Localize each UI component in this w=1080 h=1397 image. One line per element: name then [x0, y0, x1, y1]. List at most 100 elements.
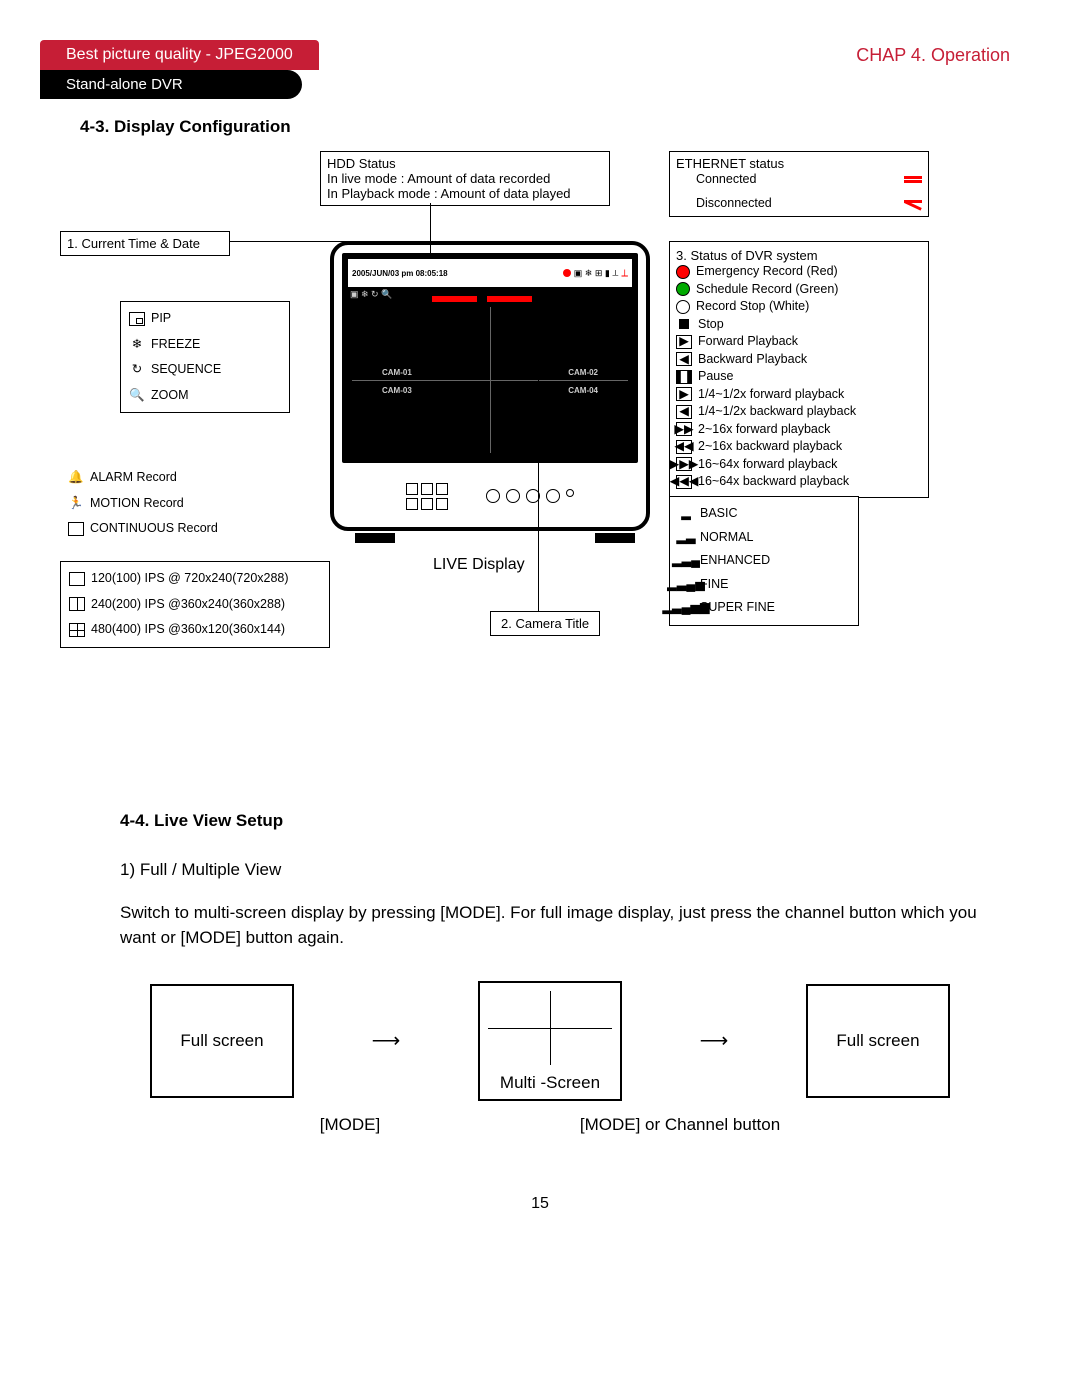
- label: ENHANCED: [700, 552, 770, 570]
- product-tagline: Best picture quality - JPEG2000: [40, 40, 319, 70]
- slow-bwd-icon: ◀: [676, 405, 692, 419]
- monitor-illustration: 2005/JUN/03 pm 08:05:18 ▣ ❄ ⊞ ▮ ⟂ ⟂ ▣ ❄ …: [330, 241, 660, 581]
- continuous-record-icon: [68, 522, 84, 536]
- label: 2~16x forward playback: [698, 421, 830, 439]
- mode-legend: PIP ❄FREEZE ↻SEQUENCE 🔍ZOOM: [120, 301, 290, 413]
- cam-label: CAM-03: [382, 386, 412, 395]
- label: 1. Current Time & Date: [67, 236, 200, 251]
- label: Pause: [698, 368, 733, 386]
- label: SUPER FINE: [700, 599, 775, 617]
- slow-fwd-icon: ▶: [676, 387, 692, 401]
- label: In Playback mode : Amount of data played: [327, 186, 603, 201]
- label: Full screen: [180, 1031, 263, 1051]
- white-dot-icon: [676, 300, 690, 314]
- label: Forward Playback: [698, 333, 798, 351]
- label: ALARM Record: [90, 469, 177, 487]
- section-4-4: 4-4. Live View Setup 1) Full / Multiple …: [120, 811, 980, 1135]
- item-heading: 1) Full / Multiple View: [120, 857, 980, 883]
- stop-icon: [676, 317, 692, 331]
- label: Record Stop (White): [696, 298, 809, 316]
- label: Emergency Record (Red): [696, 263, 838, 281]
- ethernet-status-callout: ETHERNET status Connected Disconnected: [669, 151, 929, 217]
- label: FINE: [700, 576, 728, 594]
- vfast-fwd-icon: ▶▶▶: [676, 457, 692, 471]
- arrow-icon: ⟶: [700, 1028, 729, 1053]
- label: 2~16x backward playback: [698, 438, 842, 456]
- bars-3-icon: ▂▃▄: [678, 554, 694, 568]
- label: FREEZE: [151, 336, 200, 354]
- bars-1-icon: ▂: [678, 507, 694, 521]
- label: PIP: [151, 310, 171, 328]
- res-1-icon: [69, 572, 85, 586]
- zoom-icon: 🔍: [129, 388, 145, 402]
- res-3-icon: [69, 623, 85, 637]
- label: MOTION Record: [90, 495, 184, 513]
- quality-legend: ▂ BASIC ▂▃ NORMAL ▂▃▄ ENHANCED ▂▃▄▅ FINE ▂▃▄…: [669, 496, 859, 626]
- display-config-diagram: HDD Status In live mode : Amount of data…: [60, 151, 1020, 721]
- label: ZOOM: [151, 387, 189, 405]
- monitor-front-panel: [342, 471, 638, 521]
- bwd-play-icon: ◀: [676, 352, 692, 366]
- label: Schedule Record (Green): [696, 281, 838, 299]
- fast-fwd-icon: ▶▶: [676, 422, 692, 436]
- mode-label: [MODE]: [320, 1115, 380, 1135]
- label: 3. Status of DVR system: [676, 248, 922, 263]
- arrow-icon: ⟶: [372, 1028, 401, 1053]
- green-dot-icon: [676, 282, 690, 296]
- label: Stop: [698, 316, 724, 334]
- cam-label: CAM-02: [568, 368, 598, 377]
- net-icon: ⟂: [621, 268, 628, 279]
- disconnected-icon: [904, 200, 922, 207]
- monitor-statusbar: 2005/JUN/03 pm 08:05:18 ▣ ❄ ⊞ ▮ ⟂ ⟂: [348, 259, 632, 287]
- bars-4-icon: ▂▃▄▅: [678, 577, 694, 591]
- section-4-4-title: 4-4. Live View Setup: [120, 811, 980, 831]
- bars-5-icon: ▂▃▄▅▆: [678, 601, 694, 615]
- label: Disconnected: [696, 195, 772, 213]
- view-flow-diagram: Full screen ⟶ Multi -Screen ⟶ Full scree…: [150, 981, 950, 1101]
- connector: [538, 371, 539, 611]
- fast-bwd-icon: ◀◀: [676, 440, 692, 454]
- sequence-icon: ↻: [129, 363, 145, 377]
- label: 1/4~1/2x forward playback: [698, 386, 844, 404]
- rec-dot-icon: [563, 269, 571, 277]
- full-screen-box: Full screen: [150, 984, 294, 1098]
- label: Full screen: [836, 1031, 919, 1051]
- mode-or-channel-label: [MODE] or Channel button: [580, 1115, 780, 1135]
- label: 480(400) IPS @360x120(360x144): [91, 621, 285, 639]
- connected-icon: [904, 176, 922, 183]
- label: ETHERNET status: [676, 156, 922, 171]
- cam-label: CAM-01: [382, 368, 412, 377]
- pause-icon: ❚❚: [676, 370, 692, 384]
- red-dot-icon: [676, 265, 690, 279]
- label: CONTINUOUS Record: [90, 520, 218, 538]
- fwd-play-icon: ▶: [676, 335, 692, 349]
- live-display-label: LIVE Display: [433, 556, 525, 574]
- label: Connected: [696, 171, 756, 189]
- label: 240(200) IPS @360x240(360x288): [91, 596, 285, 614]
- paragraph: Switch to multi-screen display by pressi…: [120, 900, 980, 951]
- connector: [230, 241, 370, 242]
- cam-label: CAM-04: [568, 386, 598, 395]
- chapter-label: CHAP 4. Operation: [856, 45, 1010, 66]
- label: Backward Playback: [698, 351, 807, 369]
- manual-page: Best picture quality - JPEG2000 CHAP 4. …: [0, 0, 1080, 1233]
- page-header: Best picture quality - JPEG2000 CHAP 4. …: [40, 40, 1040, 70]
- label: In live mode : Amount of data recorded: [327, 171, 603, 186]
- label: 16~64x forward playback: [698, 456, 837, 474]
- connector: [430, 203, 431, 253]
- current-time-callout: 1. Current Time & Date: [60, 231, 230, 256]
- label: 16~64x backward playback: [698, 473, 849, 491]
- label: BASIC: [700, 505, 738, 523]
- hdd-status-callout: HDD Status In live mode : Amount of data…: [320, 151, 610, 206]
- full-screen-box: Full screen: [806, 984, 950, 1098]
- alarm-record-icon: 🔔: [68, 471, 84, 485]
- multi-screen-box: Multi -Screen: [478, 981, 622, 1101]
- label: 1/4~1/2x backward playback: [698, 403, 856, 421]
- record-legend: 🔔ALARM Record 🏃MOTION Record CONTINUOUS …: [60, 461, 295, 546]
- bars-2-icon: ▂▃: [678, 530, 694, 544]
- label: 120(100) IPS @ 720x240(720x288): [91, 570, 289, 588]
- label: HDD Status: [327, 156, 603, 171]
- label: Multi -Screen: [500, 1073, 600, 1093]
- label: NORMAL: [700, 529, 753, 547]
- button-labels-row: [MODE] [MODE] or Channel button: [220, 1115, 880, 1135]
